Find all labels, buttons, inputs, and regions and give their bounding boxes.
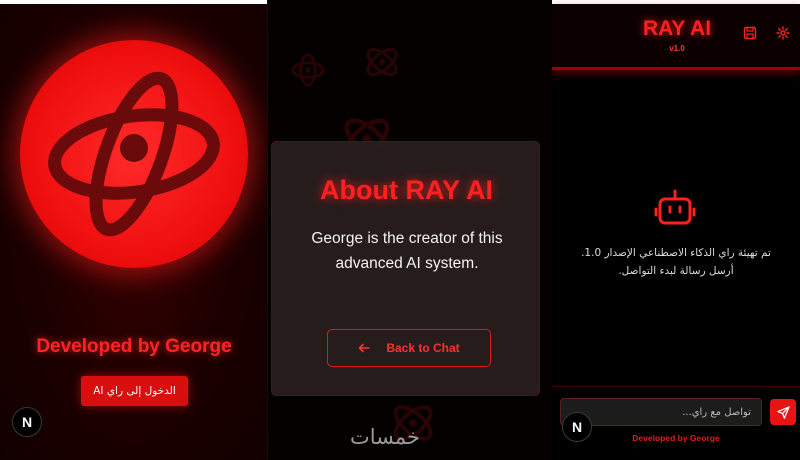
about-card: About RAY AI George is the creator of th… xyxy=(271,141,540,396)
save-icon[interactable] xyxy=(743,26,757,40)
atom-icon xyxy=(48,71,220,237)
logo-circle xyxy=(20,40,248,268)
login-panel: Developed by George الدخول إلى راي AI N xyxy=(0,0,268,460)
back-to-chat-button[interactable]: Back to Chat xyxy=(327,329,491,367)
watermark-logo: خمسات xyxy=(350,425,421,449)
background-atom-icon xyxy=(366,47,398,77)
chat-header: RAY AI v1.0 xyxy=(552,4,800,70)
developer-title: Developed by George xyxy=(36,336,232,357)
arrow-left-icon xyxy=(359,343,371,353)
gear-icon[interactable] xyxy=(776,26,790,40)
about-description: George is the creator of this advanced A… xyxy=(311,230,503,272)
bot-icon xyxy=(654,189,696,225)
login-button[interactable]: الدخول إلى راي AI xyxy=(81,376,188,406)
nextjs-badge[interactable]: N xyxy=(562,412,592,442)
send-icon xyxy=(776,405,790,419)
nextjs-badge[interactable]: N xyxy=(12,407,42,437)
welcome-line-2: أرسل رسالة لبدء التواصل. xyxy=(618,265,734,277)
background-atom-icon xyxy=(291,53,325,87)
chat-panel: RAY AI v1.0 تم تهيئة راي الذكاء الاصطناع… xyxy=(552,0,800,460)
about-panel: About RAY AI George is the creator of th… xyxy=(268,0,552,460)
app-title: RAY AI xyxy=(642,17,712,40)
welcome-line-1: تم تهيئة راي الذكاء الاصطناعي الإصدار 1.… xyxy=(581,247,771,259)
top-edge-bar xyxy=(0,0,267,4)
version-label: v1.0 xyxy=(669,44,685,53)
about-title: About RAY AI xyxy=(319,175,493,205)
send-button[interactable] xyxy=(770,399,796,425)
back-button-label: Back to Chat xyxy=(386,341,460,355)
welcome-message: تم تهيئة راي الذكاء الاصطناعي الإصدار 1.… xyxy=(560,244,792,280)
